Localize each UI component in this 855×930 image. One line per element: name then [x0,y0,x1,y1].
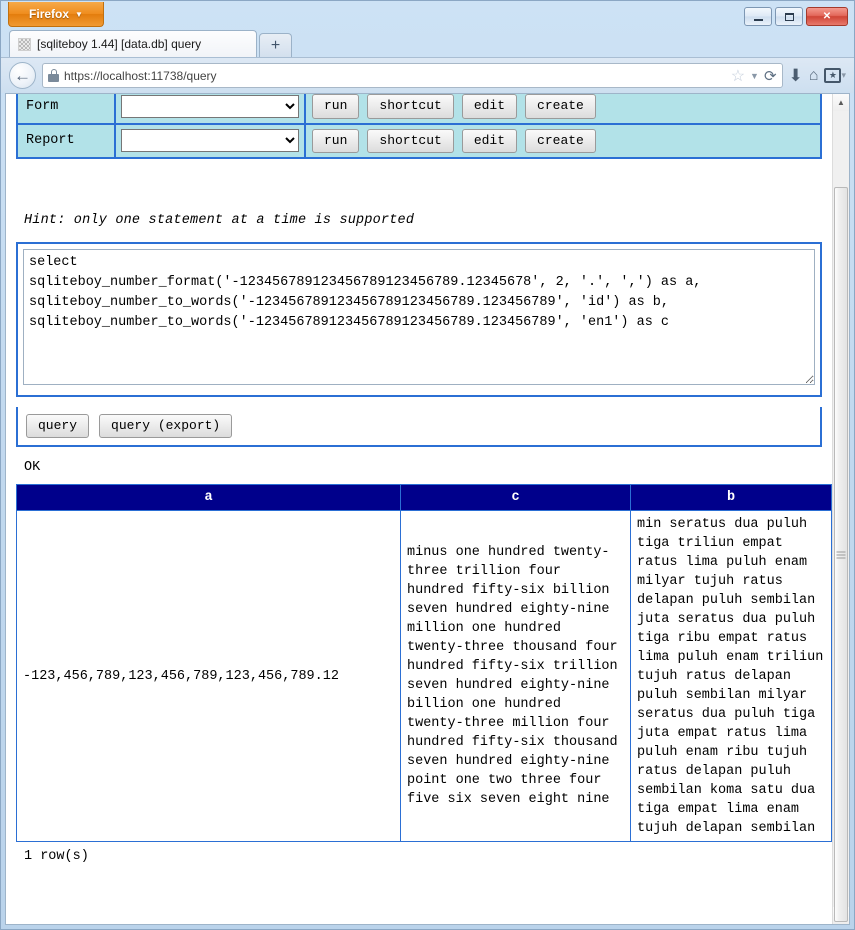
report-edit-button[interactable]: edit [461,128,518,153]
report-shortcut-button[interactable]: shortcut [367,128,454,153]
toolbar-row-form: Form run shortcut edit create [18,94,820,123]
scrollbar-thumb[interactable] [834,187,848,922]
report-select[interactable] [121,129,299,153]
results-head: a c b [16,484,832,511]
cell-a: -123,456,789,123,456,789,123,456,789.12 [16,510,401,842]
title-bar: Firefox ▼ ✕ [1,1,854,29]
sql-input[interactable] [23,248,815,385]
scroll-up-button[interactable]: ▲ [833,94,849,111]
window-controls: ✕ [744,7,848,26]
scrollbar-track[interactable] [833,111,849,922]
object-toolbar-table: create query vacuum Form run shortcut ed… [16,94,822,159]
reload-icon[interactable]: ⟳ [764,67,777,85]
row-count-label: 1 row(s) [24,849,89,864]
query-action-bar: query query (export) [16,406,822,447]
plus-icon: + [270,36,281,54]
form-row-buttons: run shortcut edit create [306,94,820,123]
cell-c: minus one hundred twenty-three trillion … [400,510,631,842]
vertical-scrollbar[interactable]: ▲ ▼ [832,94,849,924]
grip-icon [836,551,846,558]
bookmarks-menu-button[interactable]: ★ ▾ [824,68,846,83]
back-button[interactable]: ← [9,62,36,89]
close-icon: ✕ [822,11,832,22]
report-row-label: Report [18,124,116,157]
form-run-button[interactable]: run [312,94,360,119]
minimize-button[interactable] [744,7,772,26]
close-button[interactable]: ✕ [806,7,848,26]
firefox-menu-button[interactable]: Firefox ▼ [8,2,104,27]
report-select-cell [116,124,306,157]
browser-window: Firefox ▼ ✕ [sqliteboy 1.44] [data.db] q… [0,0,855,930]
column-header-b[interactable]: b [630,484,832,511]
chevron-down-icon: ▾ [841,70,846,80]
results-table: a c b -123,456,789,123,456,789,123,456,7… [16,484,832,842]
form-shortcut-button[interactable]: shortcut [367,94,454,119]
firefox-menu-label: Firefox [29,7,70,21]
tab-strip: [sqliteboy 1.44] [data.db] query + [1,29,854,57]
sql-editor-container [16,241,822,397]
browser-tab[interactable]: [sqliteboy 1.44] [data.db] query [9,30,257,57]
status-message: OK [24,460,41,475]
tab-title: [sqliteboy 1.44] [data.db] query [37,37,202,51]
results-body: -123,456,789,123,456,789,123,456,789.12 … [16,510,832,842]
report-run-button[interactable]: run [312,128,360,153]
new-tab-button[interactable]: + [259,33,292,57]
form-row-label: Form [18,94,116,123]
maximize-button[interactable] [775,7,803,26]
home-icon[interactable]: ⌂ [809,67,819,85]
column-header-c[interactable]: c [400,484,631,511]
form-create-button[interactable]: create [525,94,596,119]
results-header-row: a c b [16,484,832,511]
page-content: create query vacuum Form run shortcut ed… [6,94,832,924]
maximize-icon [784,12,794,21]
table-row: -123,456,789,123,456,789,123,456,789.12 … [16,510,832,842]
navigation-toolbar: ← https://localhost:11738/query ☆ ▼ ⟳ ⬇ … [1,57,854,93]
run-query-button[interactable]: query [26,413,90,438]
url-text: https://localhost:11738/query [64,68,217,83]
checker-icon [18,37,31,51]
chevron-down-icon: ▼ [75,9,83,19]
form-select[interactable] [121,94,299,118]
lock-icon [48,69,59,82]
chevron-down-icon[interactable]: ▼ [750,71,759,81]
bookmarks-star-icon: ★ [824,68,842,83]
page-viewport: create query vacuum Form run shortcut ed… [5,93,850,925]
form-select-cell [116,94,306,123]
report-create-button[interactable]: create [525,128,596,153]
column-header-a[interactable]: a [16,484,401,511]
address-bar[interactable]: https://localhost:11738/query ☆ ▼ ⟳ [42,63,783,88]
bookmark-star-icon[interactable]: ☆ [731,66,745,86]
query-export-button[interactable]: query (export) [99,413,233,438]
form-edit-button[interactable]: edit [461,94,518,119]
cell-b: min seratus dua puluh tiga triliun empat… [630,510,832,842]
hint-text: Hint: only one statement at a time is su… [24,212,415,228]
arrow-left-icon: ← [14,65,31,85]
downloads-icon[interactable]: ⬇ [789,66,803,86]
minimize-icon [753,18,763,21]
report-row-buttons: run shortcut edit create [306,125,820,157]
toolbar-row-report: Report run shortcut edit create [18,122,820,157]
